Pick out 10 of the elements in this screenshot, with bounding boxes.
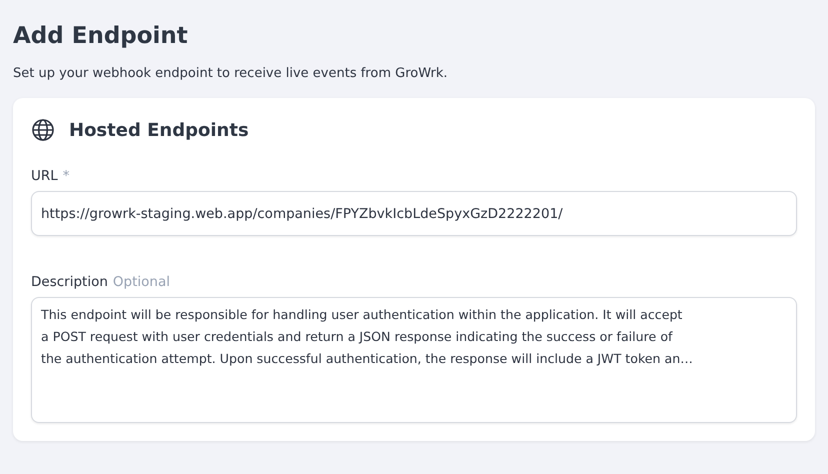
optional-hint: Optional [112,274,170,290]
description-field[interactable]: This endpoint will be responsible for handling user authentication within the application. It will accept a POST request with user credentials and return a JSON response indicating the success or failure of the authentication attempt. Upon successful authentication, the response will include a JWT token an… [31,297,797,423]
page-title: Add Endpoint [13,22,189,51]
globe-icon [31,118,55,142]
field-label: Description [31,274,108,290]
page-subtitle: Set up your webhook endpoint to receive live events from GroWrk. [13,66,448,81]
url-field[interactable]: https://growrk-staging.web.app/companies/FPYZbvkIcbLdeSpyxGzD2222201/ [31,191,797,236]
field-label: URL [31,168,58,184]
card-title: Hosted Endpoints [69,120,249,140]
required-mark: * [62,168,70,184]
